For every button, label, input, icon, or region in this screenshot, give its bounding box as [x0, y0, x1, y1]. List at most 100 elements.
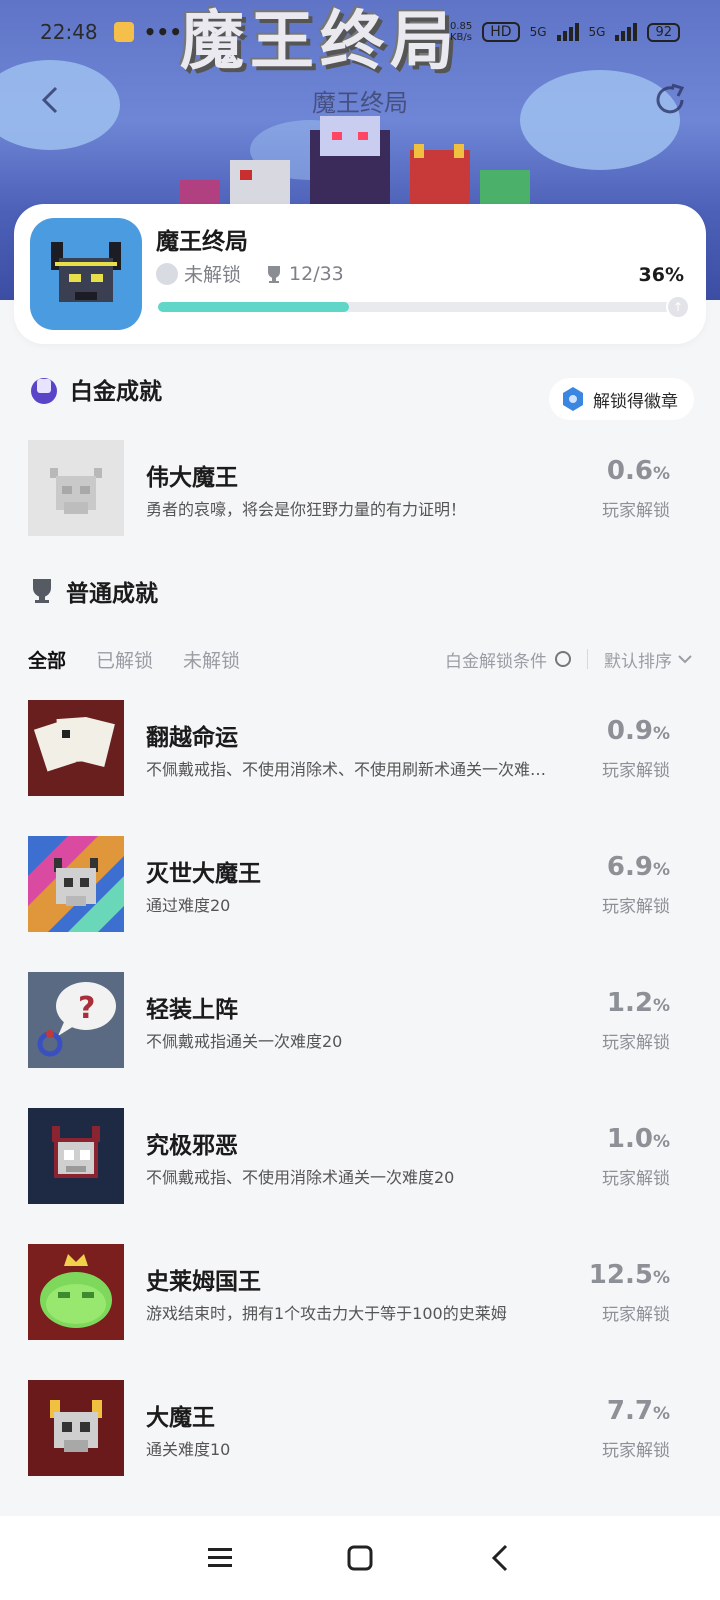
game-summary-card[interactable]: 魔王终局 未解锁 12/33 36% ↑ [14, 204, 706, 344]
demon-king-icon [51, 242, 121, 302]
trophy-count: 12/33 [265, 263, 344, 285]
signal-icon [556, 23, 579, 41]
menu-button[interactable] [195, 1533, 245, 1583]
achievement-percent-value: 7.7 [606, 1396, 653, 1426]
achievement-sub: 玩家解锁 [602, 1169, 670, 1189]
achievement-percent: 7.7% [607, 1396, 670, 1426]
achievement-icon [28, 1108, 124, 1204]
game-icon [30, 218, 142, 330]
achievement-percent-value: 0.6 [606, 456, 653, 486]
achievement-icon: ? [28, 972, 124, 1068]
battery-icon: 92 [647, 22, 680, 42]
sort-dropdown[interactable]: 默认排序 [604, 647, 692, 672]
network-speed-value: 0.85 [450, 21, 473, 32]
completion-percent: 36% [638, 264, 684, 286]
achievement-percent-unit: % [652, 1132, 670, 1152]
achievement-item[interactable]: 史莱姆国王 游戏结束时，拥有1个攻击力大于等于100的史莱姆 12.5% 玩家解… [28, 1244, 692, 1340]
achievement-sub: 玩家解锁 [602, 897, 670, 917]
achievement-sub: 玩家解锁 [602, 501, 670, 521]
progress-fill [158, 302, 349, 312]
network-speed: 0.85 KB/s [450, 21, 472, 43]
system-nav-bar [0, 1516, 720, 1600]
achievement-desc: 不佩戴戒指通关一次难度20 [146, 1032, 343, 1051]
chevron-down-icon [678, 655, 692, 664]
unlock-badge-button[interactable]: 解锁得徽章 [549, 378, 694, 420]
tab-unlocked[interactable]: 已解锁 [96, 646, 153, 673]
achievement-desc: 游戏结束时，拥有1个攻击力大于等于100的史莱姆 [146, 1304, 507, 1323]
back-chevron-icon [491, 1544, 508, 1572]
game-name: 魔王终局 [156, 229, 248, 255]
achievement-desc: 通关难度10 [146, 1440, 231, 1459]
achievement-percent: 0.9% [607, 716, 670, 746]
filter-controls: 白金解锁条件 默认排序 [445, 647, 692, 672]
achievement-title: 轻装上阵 [146, 997, 238, 1023]
achievement-percent-unit: % [652, 1404, 670, 1424]
share-button[interactable] [650, 80, 690, 120]
more-notifications-icon: ••• [143, 20, 182, 44]
platinum-section-title: 白金成就 [70, 379, 162, 405]
slime-king-icon [28, 1244, 124, 1340]
share-icon [656, 83, 685, 114]
achievement-percent-value: 6.9 [606, 852, 653, 882]
platinum-achievement-item[interactable]: 伟大魔王 勇者的哀嚎，将会是你狂野力量的有力证明！ 0.6% 玩家解锁 [28, 440, 692, 536]
status-time: 22:48 [40, 20, 98, 44]
achievement-icon [28, 1380, 124, 1476]
trophy-icon [268, 265, 281, 283]
achievement-item[interactable]: 大魔王 通关难度10 7.7% 玩家解锁 [28, 1380, 692, 1476]
menu-icon [208, 1548, 232, 1567]
achievement-sub: 玩家解锁 [602, 761, 670, 781]
achievement-item[interactable]: 究极邪恶 不佩戴戒指、不使用消除术通关一次难度20 1.0% 玩家解锁 [28, 1108, 692, 1204]
svg-text:?: ? [78, 991, 95, 1026]
achievement-title: 史莱姆国王 [146, 1269, 261, 1295]
battery-level: 92 [655, 24, 672, 40]
achievement-percent-value: 0.9 [606, 716, 653, 746]
achievement-percent-unit: % [652, 724, 670, 744]
achievement-percent: 12.5% [589, 1260, 670, 1290]
progress-end-icon: ↑ [666, 295, 690, 319]
tab-all[interactable]: 全部 [28, 646, 66, 673]
lock-label: 未解锁 [184, 264, 242, 286]
evil-skull-icon [28, 1108, 124, 1204]
achievement-desc: 通过难度20 [146, 896, 231, 915]
platinum-trophy-icon [31, 378, 57, 404]
achievement-title: 灭世大魔王 [146, 861, 261, 887]
achievement-item[interactable]: 灭世大魔王 通过难度20 6.9% 玩家解锁 [28, 836, 692, 932]
divider [587, 649, 588, 669]
achievement-percent-unit: % [652, 464, 670, 484]
achievement-title: 翻越命运 [146, 725, 238, 751]
skull-icon [28, 440, 124, 536]
achievement-percent-unit: % [652, 860, 670, 880]
achievement-desc: 勇者的哀嚎，将会是你狂野力量的有力证明！ [146, 500, 467, 519]
achievement-percent-unit: % [652, 996, 670, 1016]
system-back-button[interactable] [475, 1533, 525, 1583]
network-speed-unit: KB/s [450, 32, 472, 43]
net-label-1: 5G [529, 25, 547, 39]
back-arrow-icon [41, 86, 58, 114]
completion-progress-bar: ↑ [158, 295, 690, 319]
achievement-item[interactable]: 翻越命运 不佩戴戒指、不使用消除术、不使用刷新术通关一次难… 0.9% 玩家解锁 [28, 700, 692, 796]
achievement-title: 究极邪恶 [146, 1133, 238, 1159]
platinum-locked-icon [156, 262, 178, 285]
achievement-title: 大魔王 [146, 1405, 215, 1431]
normal-section-header: 普通成就 [28, 574, 158, 608]
achievement-item[interactable]: ? 轻装上阵 不佩戴戒指通关一次难度20 1.2% 玩家解锁 [28, 972, 692, 1068]
striped-skull-icon [28, 836, 124, 932]
achievement-percent: 6.9% [607, 852, 670, 882]
achievement-sub: 玩家解锁 [602, 1033, 670, 1053]
signal-icon-2 [615, 23, 638, 41]
home-button[interactable] [335, 1533, 385, 1583]
platinum-condition-label: 白金解锁条件 [445, 651, 547, 672]
trophy-icon [33, 579, 51, 603]
page-title: 魔王终局 [312, 88, 408, 117]
app-notification-icon [113, 22, 134, 42]
achievement-icon [28, 836, 124, 932]
normal-section-title: 普通成就 [66, 581, 158, 607]
tab-locked[interactable]: 未解锁 [183, 646, 240, 673]
achievement-percent: 1.0% [607, 1124, 670, 1154]
unlock-status-row: 未解锁 12/33 [156, 260, 344, 287]
platinum-condition-toggle[interactable]: 白金解锁条件 [445, 647, 571, 672]
achievement-title: 伟大魔王 [146, 465, 238, 491]
achievement-sub: 玩家解锁 [602, 1441, 670, 1461]
back-button[interactable] [30, 80, 70, 120]
top-nav: 魔王终局 [0, 72, 720, 128]
